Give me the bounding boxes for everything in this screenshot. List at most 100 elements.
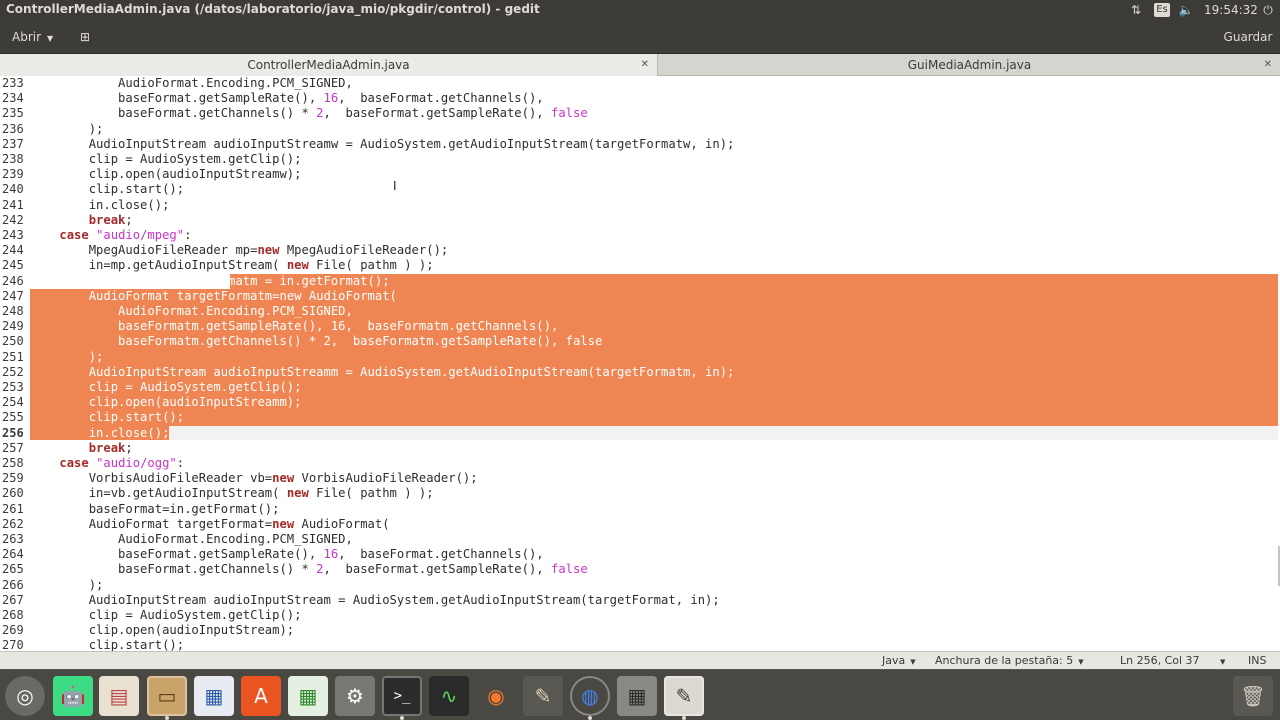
blender-icon[interactable]: ◉ xyxy=(476,676,516,716)
save-button[interactable]: Guardar xyxy=(1220,25,1276,49)
code-line-selected[interactable]: clip.start(); xyxy=(30,410,1278,426)
close-icon[interactable]: ✕ xyxy=(1264,54,1272,76)
power-icon[interactable]: ⏻ xyxy=(1260,2,1276,18)
insert-mode-label[interactable]: INS xyxy=(1248,654,1266,668)
code-line[interactable]: AudioFormat.Encoding.PCM_SIGNED, xyxy=(30,532,1278,547)
gimp-icon[interactable]: ✎ xyxy=(523,676,563,716)
tab-controller-media-admin[interactable]: ControllerMediaAdmin.java ✕ xyxy=(0,54,658,76)
text-cursor-icon: I xyxy=(393,179,397,193)
libreoffice-calc-icon[interactable]: ▦ xyxy=(288,676,328,716)
code-line-selected[interactable]: clip.open(audioInputStreamm); xyxy=(30,395,1278,411)
code-line[interactable]: clip.start(); xyxy=(30,638,1278,651)
code-line[interactable]: clip = AudioSystem.getClip(); xyxy=(30,608,1278,623)
code-line[interactable]: in=mp.getAudioInputStream( new File( pat… xyxy=(30,258,1278,273)
line-number: 254 xyxy=(2,395,24,410)
line-number: 241 xyxy=(2,197,24,212)
android-studio-icon[interactable]: 🤖 xyxy=(53,676,93,716)
code-line[interactable]: case "audio/ogg": xyxy=(30,456,1278,471)
code-line[interactable]: in=vb.getAudioInputStream( new File( pat… xyxy=(30,486,1278,501)
line-number: 264 xyxy=(2,547,24,562)
code-line-selected[interactable]: in.close(); xyxy=(30,425,1278,441)
line-number: 252 xyxy=(2,364,24,379)
code-line[interactable]: baseFormat=in.getFormat(); xyxy=(30,502,1278,517)
line-number: 247 xyxy=(2,288,24,303)
code-line[interactable]: AudioFormat targetFormat=new AudioFormat… xyxy=(30,517,1278,532)
cursor-position-label: Ln 256, Col 37 xyxy=(1120,654,1200,667)
chevron-down-icon[interactable]: ▼ xyxy=(1215,654,1225,669)
line-number: 263 xyxy=(2,532,24,546)
line-number: 249 xyxy=(2,319,24,334)
tab-width-selector[interactable]: Anchura de la pestaña: 5 ▼ xyxy=(935,654,1084,669)
document-viewer-icon[interactable]: ▤ xyxy=(99,676,139,716)
clock[interactable]: 19:54:32 xyxy=(1204,2,1258,18)
line-number: 248 xyxy=(2,304,24,318)
tab-label: GuiMediaAdmin.java xyxy=(907,58,1032,72)
code-line[interactable]: clip.open(audioInputStreamw); xyxy=(30,167,1278,182)
line-number: 261 xyxy=(2,501,24,516)
trash-icon[interactable]: 🗑 xyxy=(1233,676,1273,716)
open-button-label: Abrir xyxy=(12,30,42,44)
code-line-selected[interactable]: AudioFormat baseFormatm = in.getFormat()… xyxy=(30,273,1278,289)
code-line[interactable]: AudioInputStream audioInputStream = Audi… xyxy=(30,593,1278,608)
code-line[interactable]: case "audio/mpeg": xyxy=(30,228,1278,243)
network-icon[interactable]: ⇅ xyxy=(1128,2,1144,18)
code-line-selected[interactable]: AudioFormat.Encoding.PCM_SIGNED, xyxy=(30,304,1278,320)
code-line-selected[interactable]: AudioInputStream audioInputStreamm = Aud… xyxy=(30,364,1278,380)
volume-icon[interactable]: 🔈 xyxy=(1178,2,1194,18)
close-icon[interactable]: ✕ xyxy=(641,54,649,76)
line-number: 240 xyxy=(2,182,24,197)
line-number: 259 xyxy=(2,471,24,486)
code-line[interactable]: break; xyxy=(30,213,1278,228)
open-button[interactable]: Abrir ▼ xyxy=(4,25,64,49)
line-number: 266 xyxy=(2,577,24,592)
new-document-icon: ⊞ xyxy=(79,30,91,44)
cursor-position-selector[interactable]: Ln 256, Col 37 xyxy=(1120,654,1200,668)
code-line[interactable]: AudioInputStream audioInputStreamw = Aud… xyxy=(30,137,1278,152)
code-line[interactable]: ); xyxy=(30,578,1278,593)
line-number: 257 xyxy=(2,440,24,455)
chrome-icon[interactable]: ◍ xyxy=(570,676,610,720)
code-line-selected[interactable]: baseFormatm.getChannels() * 2, baseForma… xyxy=(30,334,1278,350)
software-center-icon[interactable]: A xyxy=(241,676,281,716)
code-line[interactable]: clip.start(); xyxy=(30,182,1278,197)
line-number: 234 xyxy=(2,91,24,106)
code-line[interactable]: in.close(); xyxy=(30,198,1278,213)
line-number: 235 xyxy=(2,106,24,121)
tab-gui-media-admin[interactable]: GuiMediaAdmin.java ✕ xyxy=(659,54,1280,76)
line-number: 246 xyxy=(2,273,24,288)
code-line-selected[interactable]: AudioFormat targetFormatm=new AudioForma… xyxy=(30,288,1278,304)
code-line[interactable]: baseFormat.getSampleRate(), 16, baseForm… xyxy=(30,547,1278,562)
ubuntu-dash-icon[interactable]: ◎ xyxy=(5,676,45,716)
code-line[interactable]: VorbisAudioFileReader vb=new VorbisAudio… xyxy=(30,471,1278,486)
code-line-selected[interactable]: baseFormatm.getSampleRate(), 16, baseFor… xyxy=(30,319,1278,335)
calculator-icon[interactable]: ▦ xyxy=(617,676,657,716)
code-line[interactable]: baseFormat.getSampleRate(), 16, baseForm… xyxy=(30,91,1278,106)
code-line[interactable]: AudioFormat.Encoding.PCM_SIGNED, xyxy=(30,76,1278,91)
system-settings-icon[interactable]: ⚙ xyxy=(335,676,375,716)
system-monitor-icon[interactable]: ∿ xyxy=(429,676,469,716)
archive-manager-icon[interactable]: ▭ xyxy=(147,676,187,720)
gedit-icon[interactable]: ✎ xyxy=(664,676,704,720)
code-line-selected[interactable]: ); xyxy=(30,349,1278,365)
line-number: 245 xyxy=(2,258,24,273)
line-number: 265 xyxy=(2,562,24,577)
code-line[interactable]: ); xyxy=(30,122,1278,137)
code-editor[interactable]: 233 234 235 236 237 238 239 240 241 242 243 244 245 2… xyxy=(0,76,1280,651)
code-line[interactable]: baseFormat.getChannels() * 2, baseFormat… xyxy=(30,562,1278,577)
chevron-down-icon: ▼ xyxy=(1078,658,1084,666)
code-line-selected[interactable]: clip = AudioSystem.getClip(); xyxy=(30,380,1278,396)
chevron-down-icon: ▼ xyxy=(910,658,916,666)
code-line[interactable]: MpegAudioFileReader mp=new MpegAudioFile… xyxy=(30,243,1278,258)
code-line[interactable]: clip = AudioSystem.getClip(); xyxy=(30,152,1278,167)
code-line[interactable]: break; xyxy=(30,441,1278,456)
libreoffice-writer-icon[interactable]: ▦ xyxy=(194,676,234,716)
tab-width-label: Anchura de la pestaña: 5 xyxy=(935,654,1074,667)
code-line[interactable]: baseFormat.getChannels() * 2, baseFormat… xyxy=(30,106,1278,121)
keyboard-layout-indicator[interactable]: Es xyxy=(1154,3,1170,17)
line-number: 268 xyxy=(2,608,24,622)
new-document-button[interactable]: ⊞ xyxy=(72,25,98,49)
language-selector[interactable]: Java ▼ xyxy=(882,654,916,669)
line-number: 253 xyxy=(2,380,24,394)
code-line[interactable]: clip.open(audioInputStream); xyxy=(30,623,1278,638)
terminal-icon[interactable]: >_ xyxy=(382,676,422,720)
